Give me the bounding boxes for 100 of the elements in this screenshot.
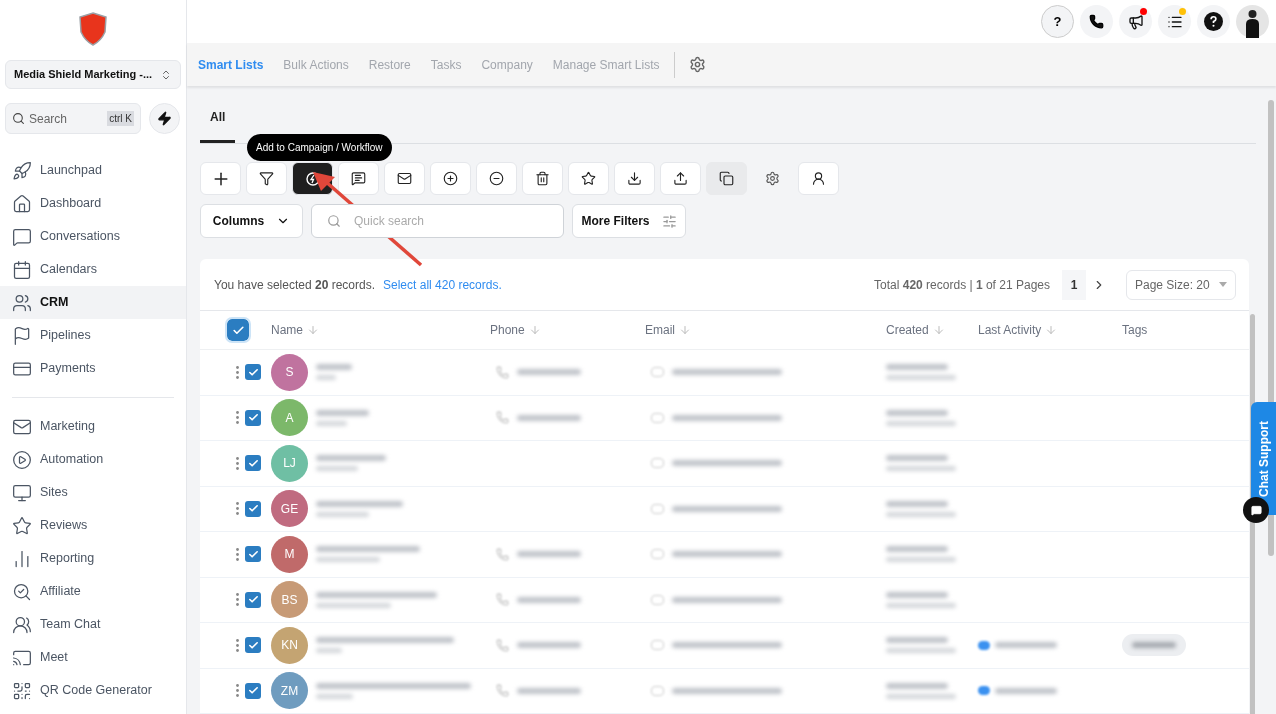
sidebar-item[interactable]: Meet — [0, 641, 186, 674]
quick-action-button[interactable] — [149, 103, 180, 134]
sidebar-item[interactable]: Payments — [0, 352, 186, 385]
blurred-text — [517, 414, 581, 421]
blurred-text — [886, 682, 948, 689]
toolbar-button[interactable] — [706, 162, 747, 195]
blurred-text — [517, 369, 581, 376]
drag-handle-icon[interactable] — [236, 684, 239, 698]
sidebar-item[interactable]: Dashboard — [0, 187, 186, 220]
toolbar-button[interactable] — [384, 162, 425, 195]
search-field[interactable]: Search ctrl K — [5, 103, 141, 134]
toolbar-button[interactable] — [246, 162, 287, 195]
column-header[interactable]: Tags — [1122, 321, 1148, 339]
list-tab[interactable]: All — [200, 108, 236, 143]
drag-handle-icon[interactable] — [236, 411, 239, 425]
contact-avatar: ZM — [271, 672, 308, 710]
toolbar-button[interactable] — [522, 162, 563, 195]
row-checkbox[interactable] — [245, 546, 261, 563]
sidebar-item[interactable]: QR Code Generator — [0, 674, 186, 707]
envelope-icon — [397, 171, 412, 186]
blurred-text — [316, 409, 369, 416]
sidebar-item[interactable]: Launchpad — [0, 154, 186, 187]
toolbar-button[interactable] — [430, 162, 471, 195]
table-row[interactable]: M — [200, 532, 1249, 578]
plus-circle-icon — [443, 171, 458, 186]
monitor-icon — [12, 482, 32, 503]
drag-handle-icon[interactable] — [236, 593, 239, 607]
toolbar-button[interactable] — [476, 162, 517, 195]
column-header[interactable]: Created — [886, 321, 929, 339]
phone-icon — [496, 365, 509, 379]
page-button[interactable]: 1 — [1062, 269, 1086, 300]
phone-icon — [496, 638, 509, 652]
more-filters-button[interactable]: More Filters — [572, 204, 686, 238]
sidebar-item[interactable]: Automation — [0, 443, 186, 476]
column-header[interactable]: Email — [645, 321, 675, 339]
contact-avatar: A — [271, 399, 308, 437]
toolbar-button[interactable] — [568, 162, 609, 195]
phone-button[interactable] — [1080, 5, 1113, 38]
user-avatar[interactable] — [1236, 5, 1269, 38]
sidebar-item[interactable]: Marketing — [0, 410, 186, 443]
sidebar-item[interactable]: Sites — [0, 476, 186, 509]
contact-avatar: GE — [271, 490, 308, 528]
row-checkbox[interactable] — [245, 637, 261, 654]
column-header[interactable]: Last Activity — [978, 321, 1042, 339]
toolbar-button[interactable] — [798, 162, 839, 195]
row-checkbox[interactable] — [245, 500, 261, 517]
tasks-button[interactable] — [1158, 5, 1191, 38]
columns-button[interactable]: Columns — [200, 204, 303, 238]
blurred-text — [316, 648, 342, 654]
blurred-text — [886, 500, 948, 507]
column-header[interactable]: Phone — [490, 321, 525, 339]
tooltip: Add to Campaign / Workflow — [247, 134, 392, 161]
help-button[interactable]: ? — [1041, 5, 1074, 38]
megaphone-icon — [1127, 13, 1144, 30]
blurred-text — [995, 687, 1057, 694]
blurred-text — [886, 648, 956, 654]
settings-icon[interactable] — [688, 56, 706, 73]
row-checkbox[interactable] — [245, 409, 261, 426]
sidebar-item[interactable]: Affiliate — [0, 575, 186, 608]
row-checkbox[interactable] — [245, 591, 261, 608]
dropdown-caret-icon — [1219, 282, 1227, 287]
sidebar-item[interactable]: Pipelines — [0, 319, 186, 352]
toolbar-button[interactable] — [200, 162, 241, 195]
person-icon — [811, 171, 826, 186]
drag-handle-icon[interactable] — [236, 638, 239, 652]
toolbar-button[interactable] — [338, 162, 379, 195]
toolbar-button[interactable] — [660, 162, 701, 195]
funnel-icon — [259, 171, 274, 186]
support-button[interactable] — [1197, 5, 1230, 38]
select-all-link[interactable]: Select all 420 records. — [383, 275, 502, 294]
drag-handle-icon[interactable] — [236, 547, 239, 561]
sidebar-item[interactable]: CRM — [0, 286, 186, 319]
drag-handle-icon[interactable] — [236, 456, 239, 470]
drag-handle-icon[interactable] — [236, 365, 239, 379]
blurred-text — [517, 551, 581, 558]
column-header[interactable]: Name — [271, 321, 303, 339]
page-size-select[interactable]: Page Size: 20 — [1126, 269, 1236, 300]
select-all-checkbox[interactable] — [227, 319, 249, 341]
message-icon — [351, 171, 366, 186]
sidebar-item[interactable]: Calendars — [0, 253, 186, 286]
row-checkbox[interactable] — [245, 364, 261, 381]
blurred-text — [316, 693, 353, 699]
copy-icon — [719, 171, 734, 186]
quick-search-field[interactable]: Quick search — [311, 204, 564, 238]
account-selector[interactable]: Media Shield Marketing -... — [5, 60, 181, 89]
drag-handle-icon[interactable] — [236, 502, 239, 516]
check-icon — [231, 323, 245, 337]
row-checkbox[interactable] — [245, 682, 261, 699]
blurred-text — [886, 409, 948, 416]
house-icon — [12, 193, 32, 214]
row-checkbox[interactable] — [245, 455, 261, 472]
qr-code-icon — [12, 680, 32, 701]
sidebar-item[interactable]: Reporting — [0, 542, 186, 575]
table-row[interactable]: GE — [200, 486, 1249, 532]
announcements-button[interactable] — [1119, 5, 1152, 38]
sidebar-item[interactable]: Reviews — [0, 509, 186, 542]
sidebar-item[interactable]: Team Chat — [0, 608, 186, 641]
sidebar-item[interactable]: Conversations — [0, 220, 186, 253]
up-down-icon — [160, 68, 172, 81]
blurred-text — [886, 455, 948, 462]
